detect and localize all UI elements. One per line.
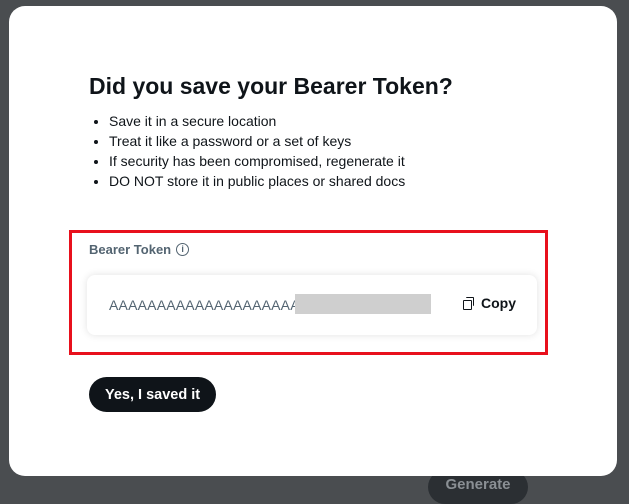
dialog-title: Did you save your Bearer Token?	[89, 73, 453, 99]
token-field: AAAAAAAAAAAAAAAAAAAAA Copy	[87, 275, 537, 335]
token-label: Bearer Token i	[89, 242, 190, 257]
token-value: AAAAAAAAAAAAAAAAAAAAA	[109, 297, 295, 313]
security-tips-list: Save it in a secure location Treat it li…	[89, 111, 405, 191]
token-label-text: Bearer Token	[89, 242, 172, 257]
tip-item: If security has been compromised, regene…	[109, 151, 405, 171]
token-redaction	[295, 294, 431, 314]
save-token-dialog: Did you save your Bearer Token? Save it …	[9, 6, 617, 476]
copy-icon	[463, 296, 475, 310]
copy-button[interactable]: Copy	[463, 295, 516, 311]
tip-item: Treat it like a password or a set of key…	[109, 131, 405, 151]
tip-item: DO NOT store it in public places or shar…	[109, 171, 405, 191]
tip-item: Save it in a secure location	[109, 111, 405, 131]
info-icon[interactable]: i	[176, 243, 190, 256]
copy-label: Copy	[481, 295, 516, 311]
yes-saved-button[interactable]: Yes, I saved it	[89, 377, 217, 412]
